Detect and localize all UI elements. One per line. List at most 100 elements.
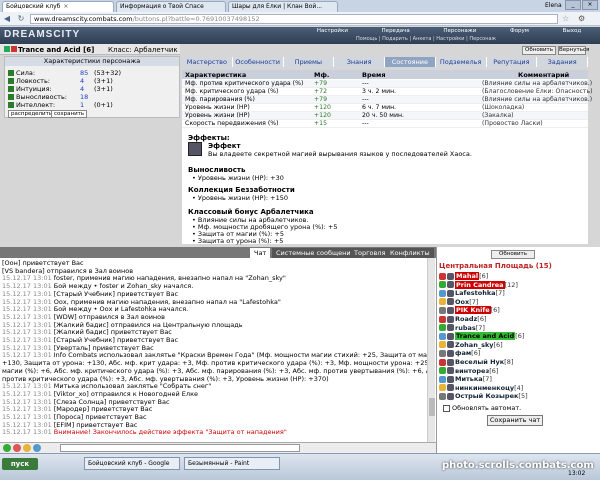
user-name[interactable]: фам — [455, 349, 471, 357]
taskbar-item[interactable]: Безымянный - Paint — [184, 457, 280, 470]
top-nav-item[interactable]: Настройки — [317, 28, 348, 35]
user-private-icon[interactable] — [439, 349, 446, 357]
browser-tab-1[interactable]: Бойцовский клуб × — [2, 1, 114, 12]
bookmark-star-icon[interactable]: ☆ — [562, 14, 569, 23]
user-private-icon[interactable] — [439, 324, 446, 332]
tab-mastery[interactable]: Мастерство — [182, 57, 233, 67]
smiley-icon[interactable] — [23, 444, 31, 452]
tab-features[interactable]: Особенности — [232, 57, 284, 67]
user-private-icon[interactable] — [439, 392, 446, 400]
chat-input[interactable] — [60, 444, 300, 452]
clear-icon[interactable] — [13, 444, 21, 452]
message-time[interactable]: 15.12.17 13:01 — [2, 337, 52, 344]
close-window-button[interactable]: × — [582, 0, 598, 10]
message-time[interactable]: 15.12.17 13:01 — [2, 383, 52, 390]
message-time[interactable]: 15.12.17 13:01 — [2, 429, 52, 436]
top-nav-item[interactable]: Форум — [510, 28, 529, 35]
user-name[interactable]: винторез — [455, 367, 489, 375]
user-private-icon[interactable] — [439, 341, 446, 349]
user-name[interactable]: Trance and Acid — [455, 332, 516, 341]
message-time[interactable]: 15.12.17 13:01 — [2, 314, 52, 321]
user-name[interactable]: Prin Candrea — [455, 280, 505, 289]
message-time[interactable]: 15.12.17 13:01 — [2, 345, 52, 352]
message-time[interactable]: 15.12.17 13:01 — [2, 391, 52, 398]
message-time[interactable]: 15.12.17 13:01 — [2, 291, 52, 298]
checkbox[interactable] — [443, 404, 450, 412]
user-private-icon[interactable] — [439, 384, 446, 392]
stat-plus-icon[interactable] — [8, 70, 14, 76]
refresh-users-button[interactable]: Обновить — [491, 250, 535, 259]
user-private-icon[interactable] — [439, 306, 446, 314]
scroll-thumb[interactable] — [429, 398, 435, 416]
distribute-button[interactable]: распределить — [8, 110, 56, 118]
message-time[interactable]: 15.12.17 13:01 — [2, 283, 52, 290]
save-chat-button[interactable]: Сохранить чат — [487, 415, 543, 426]
stat-plus-icon[interactable] — [8, 102, 14, 108]
user-name[interactable]: Lafestohka — [455, 289, 496, 297]
tab-state[interactable]: Состояние — [385, 57, 436, 67]
stat-plus-icon[interactable] — [8, 86, 14, 92]
user-private-icon[interactable] — [439, 367, 446, 375]
top-nav-item[interactable]: Персонажи — [443, 28, 476, 35]
user-name[interactable]: Острый Козырек — [455, 392, 518, 400]
close-icon[interactable]: × — [63, 3, 68, 10]
user-name[interactable]: PIK Knife — [455, 306, 491, 315]
update-button[interactable]: Обновить — [522, 46, 556, 55]
tab-dungeons[interactable]: Подземелья — [435, 57, 487, 67]
user-name[interactable]: Веселый Нук — [455, 358, 504, 366]
effect-icon[interactable] — [188, 142, 202, 156]
tab-quests[interactable]: Задания — [537, 57, 588, 67]
stat-plus-icon[interactable] — [8, 94, 14, 100]
user-private-icon[interactable] — [439, 315, 446, 323]
user-name[interactable]: Roadz — [455, 315, 477, 323]
user-private-icon[interactable] — [439, 358, 446, 366]
browser-tab-3[interactable]: Шары для Елки | Клан Вой... — [228, 1, 338, 12]
message-time[interactable]: 15.12.17 13:01 — [2, 322, 52, 329]
tab-trade[interactable]: Торговля — [350, 248, 390, 258]
message-time[interactable]: 15.12.17 13:01 — [2, 329, 52, 336]
chat-scrollbar[interactable] — [427, 258, 435, 442]
stat-plus-icon[interactable] — [8, 78, 14, 84]
message-time[interactable]: 15.12.17 13:01 — [2, 414, 52, 421]
tab-reputation[interactable]: Репутация — [486, 57, 538, 67]
tab-system-messages[interactable]: Системные сообщения — [272, 248, 359, 258]
settings-wrench-icon[interactable]: ⚙ — [578, 14, 585, 23]
message-time[interactable]: 15.12.17 13:01 — [2, 352, 52, 359]
auto-update-toggle[interactable]: Обновлять автомат. — [443, 404, 521, 412]
user-private-icon[interactable] — [439, 332, 446, 340]
message-time[interactable]: 15.12.17 13:01 — [2, 306, 52, 313]
return-button[interactable]: Вернуться — [558, 46, 589, 55]
message-time[interactable]: 15.12.17 13:01 — [2, 422, 52, 429]
user-name[interactable]: Mahal — [455, 272, 480, 280]
sub-nav[interactable]: Помощь | Подарить | Анкета | Настройки |… — [356, 36, 496, 42]
send-icon[interactable] — [3, 444, 11, 452]
user-private-icon[interactable] — [439, 281, 446, 289]
translit-icon[interactable] — [33, 444, 41, 452]
start-button[interactable]: пуск — [2, 458, 38, 470]
message-time[interactable]: 15.12.17 13:01 — [2, 275, 52, 282]
minimize-button[interactable]: _ — [565, 0, 581, 10]
user-name[interactable]: нинкинменкоцу — [455, 384, 514, 392]
taskbar-item[interactable]: Бойцовский клуб - Google — [84, 457, 180, 470]
reload-icon[interactable]: ↻ — [16, 14, 26, 24]
tab-chat[interactable]: Чат — [250, 248, 271, 258]
user-private-icon[interactable] — [439, 298, 446, 306]
user-name[interactable]: Оох — [455, 298, 469, 306]
top-nav-item[interactable]: Выход — [563, 28, 582, 35]
browser-tab-2[interactable]: Информация о Твой Спасе — [116, 1, 226, 12]
user-private-icon[interactable] — [439, 375, 446, 383]
save-stats-button[interactable]: сохранить — [51, 110, 88, 118]
back-icon[interactable]: ◀ — [2, 14, 12, 24]
user-private-icon[interactable] — [439, 272, 446, 280]
top-nav-item[interactable]: Передача — [382, 28, 410, 35]
message-time[interactable]: 15.12.17 13:01 — [2, 299, 52, 306]
message-time[interactable]: 15.12.17 13:01 — [2, 406, 52, 413]
user-item[interactable]: Острый Козырек[5] — [439, 392, 597, 401]
user-name[interactable]: Митька — [455, 375, 483, 383]
message-time[interactable]: 15.12.17 13:01 — [2, 399, 52, 406]
character-name[interactable]: Trance and Acid [6] — [18, 46, 94, 54]
user-name[interactable]: Zohan_sky — [455, 341, 494, 349]
user-private-icon[interactable] — [439, 289, 446, 297]
user-name[interactable]: rubas — [455, 324, 476, 332]
url-input[interactable]: www.dreamscity.combats.com/buttons.pl?ba… — [30, 14, 558, 24]
